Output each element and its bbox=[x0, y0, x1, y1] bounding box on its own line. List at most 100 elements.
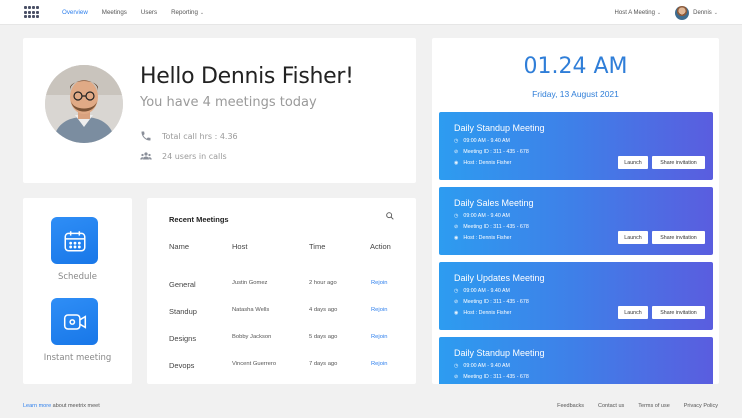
profile-photo bbox=[45, 65, 123, 143]
table-row: Devops Vincent Guerrero 7 days ago Rejoi… bbox=[147, 361, 416, 375]
learn-more-link[interactable]: Learn more bbox=[23, 403, 51, 409]
meeting-host-row: ◉ Host : Dennis Fisher bbox=[454, 160, 511, 166]
greeting-subtitle: You have 4 meetings today bbox=[140, 95, 317, 110]
rejoin-link[interactable]: Rejoin bbox=[371, 307, 387, 313]
user-icon: ◉ bbox=[454, 235, 459, 241]
meeting-card: Daily Standup Meeting ◷ 09:00 AM - 9.40 A… bbox=[439, 112, 713, 180]
schedule-button[interactable] bbox=[51, 217, 98, 264]
chevron-down-icon: ⌄ bbox=[199, 10, 205, 16]
meeting-host: Justin Gomez bbox=[232, 280, 268, 286]
meeting-id: Meeting ID : 311 - 435 - 678 bbox=[463, 149, 529, 155]
nav-item-reporting[interactable]: Reporting ⌄ bbox=[171, 9, 204, 16]
column-header-action: Action bbox=[370, 242, 391, 251]
clock-icon: ◷ bbox=[454, 138, 459, 144]
meeting-host: Host : Dennis Fisher bbox=[463, 235, 512, 241]
top-navigation-bar: Overview Meetings Users Reporting ⌄ Host … bbox=[0, 0, 742, 25]
schedule-label: Schedule bbox=[57, 272, 98, 282]
meeting-id-row: ⊘ Meeting ID : 311 - 435 - 678 bbox=[454, 374, 529, 380]
table-row: Designs Bobby Jackson 5 days ago Rejoin bbox=[147, 334, 416, 348]
footer: Learn more about meetrix meet Feedbacks … bbox=[0, 398, 742, 418]
meeting-time: 4 days ago bbox=[309, 307, 338, 313]
meeting-id: Meeting ID : 311 - 435 - 678 bbox=[463, 299, 529, 305]
host-meeting-label: Host A Meeting bbox=[614, 9, 655, 16]
avatar bbox=[675, 5, 690, 20]
share-invitation-button[interactable]: Share invitation bbox=[652, 306, 705, 319]
greeting-title: Hello Dennis Fisher! bbox=[140, 64, 354, 89]
footer-link-privacy[interactable]: Privacy Policy bbox=[684, 403, 718, 409]
current-date: Friday, 13 August 2021 bbox=[532, 89, 619, 99]
meeting-card: Daily Standup Meeting ◷ 09:00 AM - 9.40 A… bbox=[439, 337, 713, 384]
meeting-host: Vincent Guerrero bbox=[232, 361, 277, 367]
link-icon: ⊘ bbox=[454, 374, 459, 380]
calendar-icon bbox=[63, 230, 86, 252]
meeting-host: Host : Dennis Fisher bbox=[463, 160, 512, 166]
learn-more-suffix: about meetrix meet bbox=[52, 403, 100, 409]
clock-icon: ◷ bbox=[454, 288, 459, 294]
meeting-title: Daily Sales Meeting bbox=[454, 198, 534, 208]
launch-button[interactable]: Launch bbox=[618, 306, 648, 319]
column-header-time: Time bbox=[309, 242, 326, 251]
meeting-id: Meeting ID : 311 - 435 - 678 bbox=[463, 224, 529, 230]
footer-link-feedbacks[interactable]: Feedbacks bbox=[557, 403, 584, 409]
meeting-time: 7 days ago bbox=[309, 361, 338, 367]
meeting-id-row: ⊘ Meeting ID : 311 - 435 - 678 bbox=[454, 149, 529, 155]
rejoin-link[interactable]: Rejoin bbox=[371, 334, 387, 340]
nav-item-reporting-label: Reporting bbox=[171, 9, 198, 16]
launch-button[interactable]: Launch bbox=[618, 156, 648, 169]
nav-item-users[interactable]: Users bbox=[141, 9, 157, 16]
greeting-card: Hello Dennis Fisher! You have 4 meetings… bbox=[23, 38, 416, 183]
column-header-name: Name bbox=[169, 242, 190, 251]
host-meeting-dropdown[interactable]: Host A Meeting ⌄ bbox=[615, 10, 662, 16]
current-time: 01.24 AM bbox=[523, 54, 628, 79]
meeting-time-row: ◷ 09:00 AM - 9.40 AM bbox=[454, 213, 510, 219]
share-invitation-button[interactable]: Share invitation bbox=[652, 156, 705, 169]
launch-button[interactable]: Launch bbox=[618, 231, 648, 244]
rejoin-link[interactable]: Rejoin bbox=[371, 280, 387, 286]
recent-meetings-card: Recent Meetings Name Host Time Action Ge… bbox=[147, 198, 416, 384]
video-camera-icon bbox=[63, 313, 86, 330]
chevron-down-icon: ⌄ bbox=[713, 9, 718, 16]
phone-icon bbox=[141, 131, 151, 141]
rejoin-link[interactable]: Rejoin bbox=[371, 361, 387, 367]
meeting-host: Bobby Jackson bbox=[232, 334, 272, 340]
table-row: Standup Natasha Wells 4 days ago Rejoin bbox=[147, 307, 416, 321]
link-icon: ⊘ bbox=[454, 299, 459, 305]
footer-links: Feedbacks Contact us Terms of use Privac… bbox=[557, 403, 718, 409]
meeting-time-row: ◷ 09:00 AM - 9.40 AM bbox=[454, 363, 510, 369]
meeting-title: Daily Updates Meeting bbox=[454, 273, 545, 283]
share-invitation-button[interactable]: Share invitation bbox=[652, 231, 705, 244]
meeting-id-row: ⊘ Meeting ID : 311 - 435 - 678 bbox=[454, 224, 529, 230]
link-icon: ⊘ bbox=[454, 224, 459, 230]
footer-link-terms[interactable]: Terms of use bbox=[638, 403, 669, 409]
instant-meeting-button[interactable] bbox=[51, 298, 98, 345]
meeting-time: 09:00 AM - 9.40 AM bbox=[463, 213, 510, 219]
meeting-time-row: ◷ 09:00 AM - 9.40 AM bbox=[454, 288, 510, 294]
link-icon: ⊘ bbox=[454, 149, 459, 155]
meeting-time: 09:00 AM - 9.40 AM bbox=[463, 288, 510, 294]
meeting-card: Daily Sales Meeting ◷ 09:00 AM - 9.40 AM … bbox=[439, 187, 713, 255]
search-icon[interactable] bbox=[385, 211, 395, 221]
meeting-host-row: ◉ Host : Dennis Fisher bbox=[454, 310, 511, 316]
users-in-calls-stat: 24 users in calls bbox=[140, 150, 227, 162]
meeting-card: Daily Updates Meeting ◷ 09:00 AM - 9.40 A… bbox=[439, 262, 713, 330]
meeting-id-row: ⊘ Meeting ID : 311 - 435 - 678 bbox=[454, 299, 529, 305]
user-name: Dennis bbox=[693, 9, 712, 16]
call-hours-stat: Total call hrs : 4.36 bbox=[140, 130, 238, 142]
nav-item-meetings[interactable]: Meetings bbox=[102, 9, 127, 16]
user-menu[interactable]: Dennis ⌄ bbox=[675, 5, 718, 20]
footer-link-contact[interactable]: Contact us bbox=[598, 403, 624, 409]
quick-actions-card: Schedule Instant meeting bbox=[23, 198, 132, 384]
users-icon bbox=[140, 152, 152, 160]
meeting-time-row: ◷ 09:00 AM - 9.40 AM bbox=[454, 138, 510, 144]
user-icon: ◉ bbox=[454, 160, 459, 166]
app-logo[interactable] bbox=[24, 6, 39, 19]
chevron-down-icon: ⌄ bbox=[656, 9, 662, 16]
meeting-host-row: ◉ Host : Dennis Fisher bbox=[454, 235, 511, 241]
users-in-calls-text: 24 users in calls bbox=[162, 151, 227, 161]
meeting-name: General bbox=[169, 280, 196, 289]
meeting-title: Daily Standup Meeting bbox=[454, 123, 545, 133]
nav-item-overview[interactable]: Overview bbox=[62, 9, 88, 16]
recent-meetings-title: Recent Meetings bbox=[169, 215, 229, 224]
clock-icon: ◷ bbox=[454, 363, 459, 369]
footer-learn-more: Learn more about meetrix meet bbox=[23, 403, 100, 409]
